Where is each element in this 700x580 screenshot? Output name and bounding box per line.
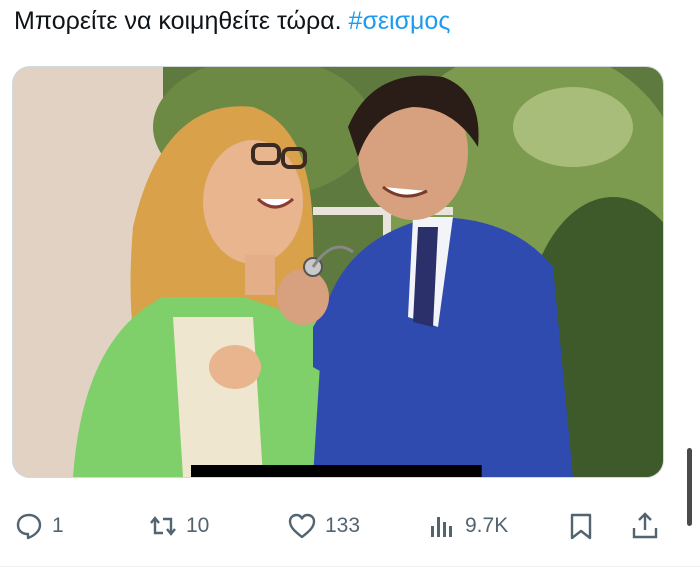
like-count: 133 <box>325 514 361 537</box>
reply-icon <box>16 513 42 540</box>
share-icon <box>632 512 658 539</box>
scrollbar[interactable] <box>687 448 692 526</box>
retweet-button[interactable]: 10 <box>148 502 209 550</box>
meme-caption: - ΕΙΝΑΙ ΤΟΠΙΚΟΣ <box>191 465 482 477</box>
bookmark-icon <box>570 513 592 540</box>
reply-count: 1 <box>52 514 64 537</box>
hashtag-link[interactable]: #σεισμος <box>349 7 451 35</box>
views-button[interactable]: 9.7K <box>427 502 508 550</box>
retweet-icon <box>150 516 176 536</box>
reply-button[interactable]: 1 <box>14 502 64 550</box>
meme-photo <box>13 67 663 477</box>
like-icon <box>288 513 316 539</box>
retweet-count: 10 <box>186 514 210 537</box>
tweet-body: Μπορείτε να κοιμηθείτε τώρα. <box>14 7 349 35</box>
views-icon <box>431 517 452 537</box>
tweet-actions-bar: 1 10 133 9.7K <box>0 502 700 550</box>
share-button[interactable] <box>630 502 660 550</box>
tweet-text: Μπορείτε να κοιμηθείτε τώρα. #σεισμος <box>14 4 674 38</box>
tweet-media-image[interactable]: - ΕΙΝΑΙ ΤΟΠΙΚΟΣ <box>12 66 664 478</box>
like-button[interactable]: 133 <box>287 502 360 550</box>
divider <box>0 566 700 567</box>
views-count: 9.7K <box>465 514 509 537</box>
bookmark-button[interactable] <box>566 502 596 550</box>
